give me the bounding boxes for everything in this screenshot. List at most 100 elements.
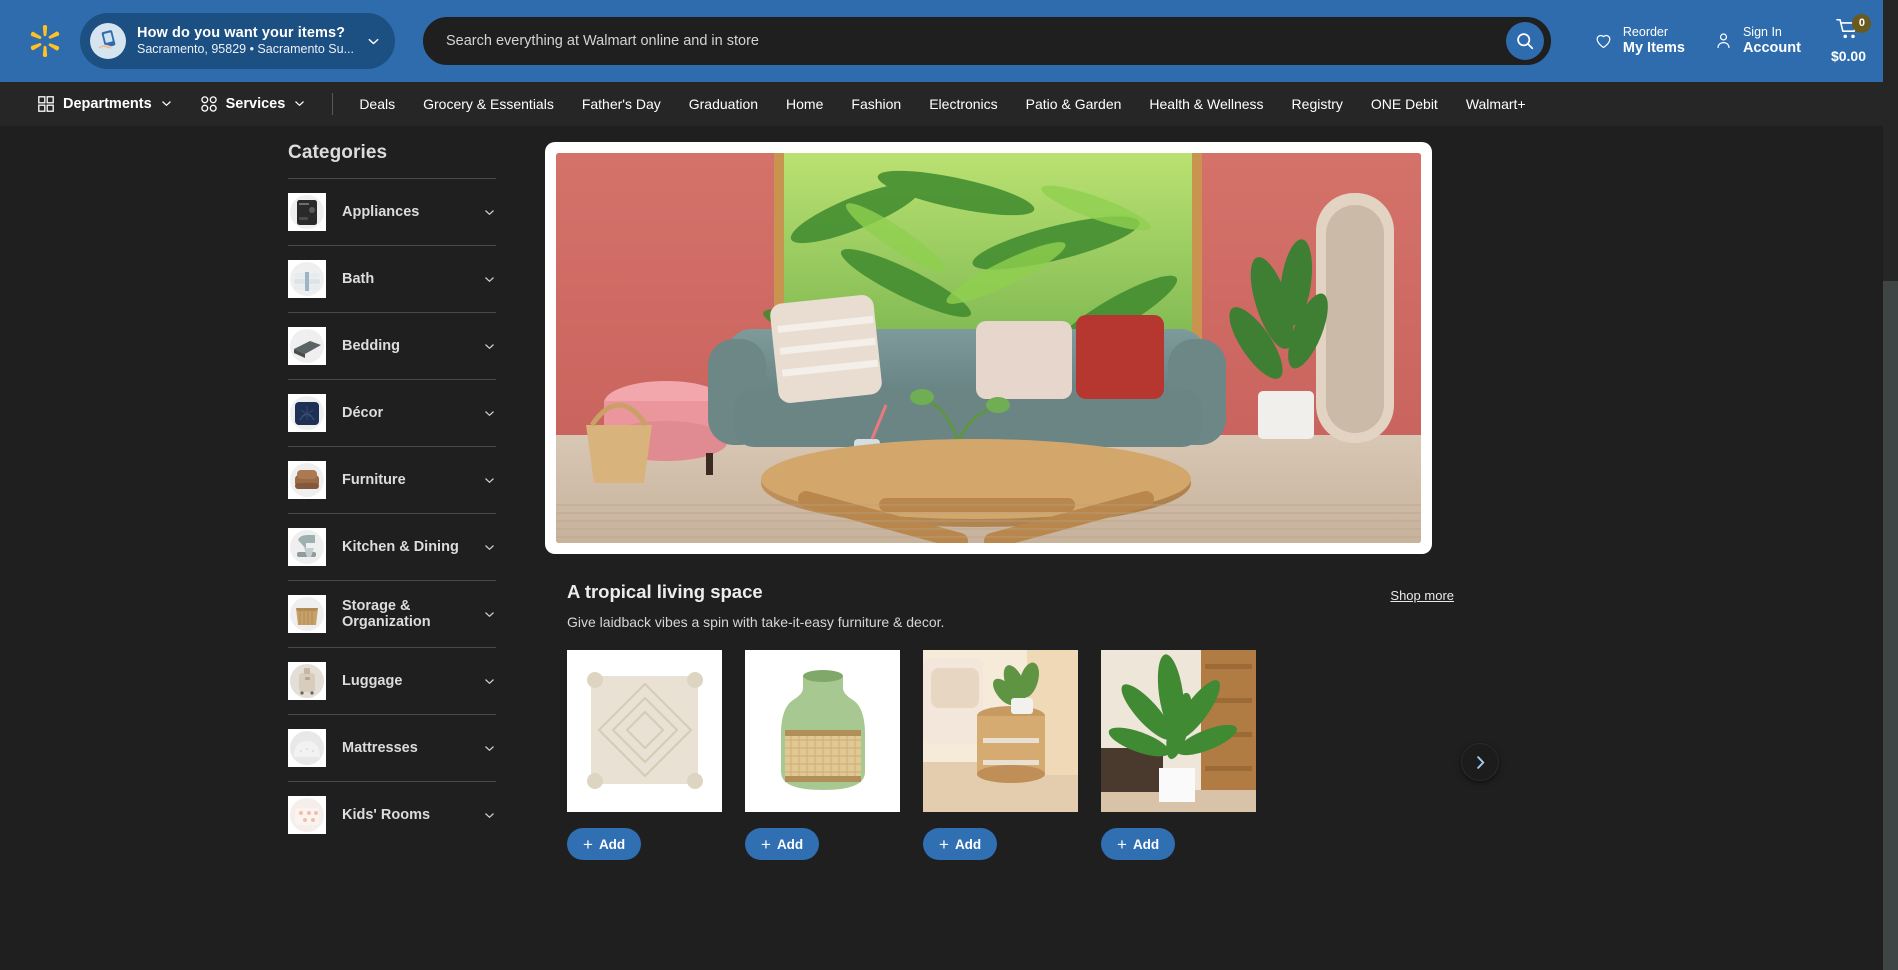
- chevron-down-icon[interactable]: [483, 474, 496, 487]
- nav-links: Deals Grocery & Essentials Father's Day Gra…: [345, 96, 1539, 112]
- add-to-cart-button[interactable]: + Add: [745, 828, 820, 860]
- sidebar-item-storage-organization[interactable]: Storage & Organization: [288, 580, 496, 647]
- account-label: Account: [1742, 39, 1801, 56]
- nav-departments-label: Departments: [63, 95, 152, 112]
- nav-link-health-wellness[interactable]: Health & Wellness: [1135, 96, 1277, 112]
- chevron-down-icon[interactable]: [483, 809, 496, 822]
- reorder-label: Reorder: [1622, 24, 1669, 39]
- categories-sidebar: Categories Appliances Bath Bedding Décor Fur…: [288, 126, 496, 970]
- chevron-down-icon: [293, 97, 306, 110]
- reorder-my-items-button[interactable]: Reorder My Items: [1579, 25, 1699, 57]
- chevron-down-icon[interactable]: [483, 206, 496, 219]
- add-to-cart-button[interactable]: + Add: [567, 828, 642, 860]
- chevron-down-icon: [160, 97, 173, 110]
- page-scrollbar[interactable]: [1883, 0, 1898, 970]
- sidebar-item-bedding[interactable]: Bedding: [288, 312, 496, 379]
- suitcase-thumb: [288, 662, 326, 700]
- header-actions: Reorder My Items Sign In Account 0 $0.00: [1579, 13, 1876, 64]
- plus-icon: +: [583, 834, 593, 854]
- shop-more-link[interactable]: Shop more: [1390, 588, 1454, 603]
- brown-sofa-thumb: [288, 461, 326, 499]
- product-card[interactable]: + Add: [567, 650, 722, 860]
- add-to-cart-button[interactable]: + Add: [1101, 828, 1176, 860]
- sidebar-item-bath[interactable]: Bath: [288, 245, 496, 312]
- mattress-thumb: [288, 729, 326, 767]
- hero-banner-card[interactable]: [545, 142, 1432, 554]
- scrollbar-thumb[interactable]: [1883, 0, 1898, 281]
- carousel-next-button[interactable]: [1461, 743, 1499, 781]
- sidebar-item-appliances[interactable]: Appliances: [288, 178, 496, 245]
- nav-link-one-debit[interactable]: ONE Debit: [1357, 96, 1452, 112]
- chevron-down-icon: [366, 34, 381, 49]
- nav-link-electronics[interactable]: Electronics: [915, 96, 1011, 112]
- add-button-label: Add: [598, 836, 626, 852]
- green-glass-rattan-vase-image[interactable]: [745, 650, 900, 812]
- main-navigation: Departments Services Deals Grocery & Esse…: [0, 82, 1898, 126]
- heart-icon: [1593, 30, 1614, 51]
- grid-circles-icon: [200, 95, 217, 112]
- nav-services[interactable]: Services: [187, 96, 321, 112]
- hero-banner-image: [556, 153, 1421, 543]
- air-fryer-thumb: [288, 193, 326, 231]
- nav-link-home[interactable]: Home: [772, 96, 837, 112]
- product-card[interactable]: + Add: [1101, 650, 1256, 860]
- add-button-label: Add: [954, 836, 982, 852]
- chevron-down-icon[interactable]: [483, 675, 496, 688]
- grid-squares-icon: [38, 95, 54, 112]
- nav-link-father-s-day[interactable]: Father's Day: [568, 96, 675, 112]
- chevron-down-icon[interactable]: [483, 340, 496, 353]
- page-body: Categories Appliances Bath Bedding Décor Fur…: [0, 126, 1898, 970]
- section-header: A tropical living space Shop more: [567, 581, 1454, 603]
- nav-link-fashion[interactable]: Fashion: [837, 96, 915, 112]
- cart-count-badge: 0: [1852, 13, 1872, 33]
- chevron-down-icon[interactable]: [483, 273, 496, 286]
- nav-link-registry[interactable]: Registry: [1278, 96, 1357, 112]
- faux-palm-plant-image[interactable]: [1101, 650, 1256, 812]
- user-icon: [1713, 30, 1734, 51]
- chevron-down-icon[interactable]: [483, 608, 496, 621]
- sidebar-item-label: Appliances: [342, 204, 420, 220]
- sidebar-item-label: Kitchen & Dining: [342, 539, 459, 555]
- nav-link-grocery-essentials[interactable]: Grocery & Essentials: [409, 96, 568, 112]
- search-input[interactable]: [446, 33, 1506, 49]
- product-row: + Add + Add + Add + Add: [567, 650, 1467, 860]
- sidebar-item-luggage[interactable]: Luggage: [288, 647, 496, 714]
- sidebar-item-kitchen-dining[interactable]: Kitchen & Dining: [288, 513, 496, 580]
- stand-mixer-thumb: [288, 528, 326, 566]
- sidebar-item-kids-rooms[interactable]: Kids' Rooms: [288, 781, 496, 848]
- search-button[interactable]: [1505, 22, 1544, 60]
- navy-pillow-thumb: [288, 394, 326, 432]
- categories-title: Categories: [288, 142, 388, 163]
- add-button-label: Add: [776, 836, 804, 852]
- rattan-side-table-image[interactable]: [923, 650, 1078, 812]
- nav-link-graduation[interactable]: Graduation: [675, 96, 772, 112]
- sidebar-item-mattresses[interactable]: Mattresses: [288, 714, 496, 781]
- sidebar-item-label: Décor: [342, 405, 384, 421]
- chevron-down-icon[interactable]: [483, 407, 496, 420]
- chevron-down-icon[interactable]: [483, 541, 496, 554]
- left-gutter: [0, 126, 288, 970]
- search-bar[interactable]: [423, 17, 1551, 65]
- sign-in-account-button[interactable]: Sign In Account: [1699, 25, 1815, 57]
- sidebar-item-d-cor[interactable]: Décor: [288, 379, 496, 446]
- chevron-down-icon[interactable]: [483, 742, 496, 755]
- sidebar-item-furniture[interactable]: Furniture: [288, 446, 496, 513]
- walmart-spark-icon[interactable]: [26, 22, 64, 60]
- product-card[interactable]: + Add: [745, 650, 900, 860]
- nav-link-deals[interactable]: Deals: [345, 96, 409, 112]
- cart-button[interactable]: 0 $0.00: [1815, 13, 1876, 64]
- sidebar-item-label: Bath: [342, 271, 375, 287]
- hand-holding-phone-icon: [90, 23, 126, 59]
- nav-link-walmart[interactable]: Walmart+: [1452, 96, 1540, 112]
- nav-link-patio-garden[interactable]: Patio & Garden: [1012, 96, 1136, 112]
- nav-services-label: Services: [225, 95, 286, 112]
- kids-bedding-thumb: [288, 796, 326, 834]
- nav-departments[interactable]: Departments: [24, 96, 187, 112]
- product-card[interactable]: + Add: [923, 650, 1078, 860]
- my-items-label: My Items: [1622, 39, 1685, 56]
- textured-cream-pillow-image[interactable]: [567, 650, 722, 812]
- sign-in-label: Sign In: [1742, 24, 1782, 39]
- add-to-cart-button[interactable]: + Add: [923, 828, 998, 860]
- sidebar-item-label: Storage & Organization: [342, 598, 431, 630]
- fulfillment-selector[interactable]: How do you want your items? Sacramento, …: [80, 13, 395, 69]
